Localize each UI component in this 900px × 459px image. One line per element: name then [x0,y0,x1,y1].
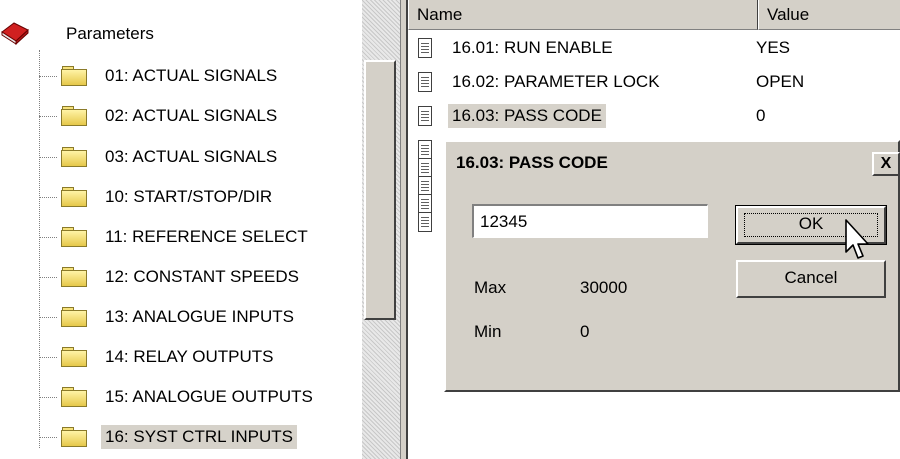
folder-icon [61,106,87,126]
tree-item-03[interactable]: 03: ACTUAL SIGNALS [39,140,281,174]
parameter-name: 16.02: PARAMETER LOCK [452,72,660,91]
folder-icon [61,147,87,167]
tree-item-01[interactable]: 01: ACTUAL SIGNALS [39,59,281,93]
folder-icon [61,427,87,447]
tree-scrollbar[interactable] [362,0,400,459]
folder-icon [61,187,87,207]
document-icon [418,106,432,126]
column-header-value[interactable]: Value [758,0,900,30]
tree-item-16[interactable]: 16: SYST CTRL INPUTS [39,420,297,454]
tree-item-15[interactable]: 15: ANALOGUE OUTPUTS [39,380,317,414]
min-value: 0 [580,322,590,341]
tree-item-label: 03: ACTUAL SIGNALS [105,147,278,166]
document-icon [418,38,432,58]
tree-item-11[interactable]: 11: REFERENCE SELECT [39,220,312,254]
document-icon [418,140,432,160]
list-row[interactable]: 16.03: PASS CODE 0 [418,101,765,131]
hidden-rows-icons [418,140,432,232]
dialog-title: 16.03: PASS CODE [448,144,898,182]
parameter-value: OPEN [756,72,805,91]
mouse-pointer-icon [845,219,869,259]
parameter-name: 16.01: RUN ENABLE [452,38,613,57]
max-value: 30000 [580,278,628,297]
folder-icon [61,227,87,247]
parameter-name: 16.03: PASS CODE [448,104,606,128]
document-icon [418,158,432,178]
tree-root-label: Parameters [66,24,154,43]
folder-icon [61,347,87,367]
document-icon [418,212,432,232]
tree-item-14[interactable]: 14: RELAY OUTPUTS [39,340,277,374]
pane-splitter[interactable] [400,0,408,459]
tree-root-parameters[interactable]: Parameters [1,22,154,46]
parameter-tree: Parameters 01: ACTUAL SIGNALS 02: ACTUAL… [0,0,362,459]
tree-item-label: 13: ANALOGUE INPUTS [105,307,294,326]
tree-item-label: 11: REFERENCE SELECT [105,227,308,246]
list-row[interactable]: 16.02: PARAMETER LOCK OPEN [418,67,804,97]
document-icon [418,194,432,214]
tree-item-12[interactable]: 12: CONSTANT SPEEDS [39,260,303,294]
tree-item-label: 16: SYST CTRL INPUTS [101,425,297,449]
parameter-value: YES [756,38,791,57]
min-label: Min [474,322,502,341]
scrollbar-thumb[interactable] [364,60,396,320]
folder-icon [61,307,87,327]
column-header-name[interactable]: Name [408,0,758,30]
close-button[interactable]: X [872,152,900,176]
tree-item-label: 15: ANALOGUE OUTPUTS [105,387,313,406]
parameter-value: 0 [756,106,766,125]
tree-item-label: 12: CONSTANT SPEEDS [105,267,299,286]
tree-item-label: 02: ACTUAL SIGNALS [105,106,278,125]
tree-item-10[interactable]: 10: START/STOP/DIR [39,180,276,214]
book-icon [1,22,29,46]
document-icon [418,176,432,196]
tree-item-13[interactable]: 13: ANALOGUE INPUTS [39,300,298,334]
tree-item-label: 01: ACTUAL SIGNALS [105,66,278,85]
folder-icon [61,267,87,287]
list-row[interactable]: 16.01: RUN ENABLE YES [418,33,790,63]
document-icon [418,72,432,92]
tree-item-label: 10: START/STOP/DIR [105,187,273,206]
pass-code-input[interactable] [472,204,708,238]
folder-icon [61,66,87,86]
folder-icon [61,387,87,407]
tree-item-label: 14: RELAY OUTPUTS [105,347,274,366]
pass-code-dialog: 16.03: PASS CODE X OK Cancel Max 30000 M… [444,140,900,392]
max-label: Max [474,278,507,297]
tree-item-02[interactable]: 02: ACTUAL SIGNALS [39,99,281,133]
cancel-button[interactable]: Cancel [736,260,886,298]
